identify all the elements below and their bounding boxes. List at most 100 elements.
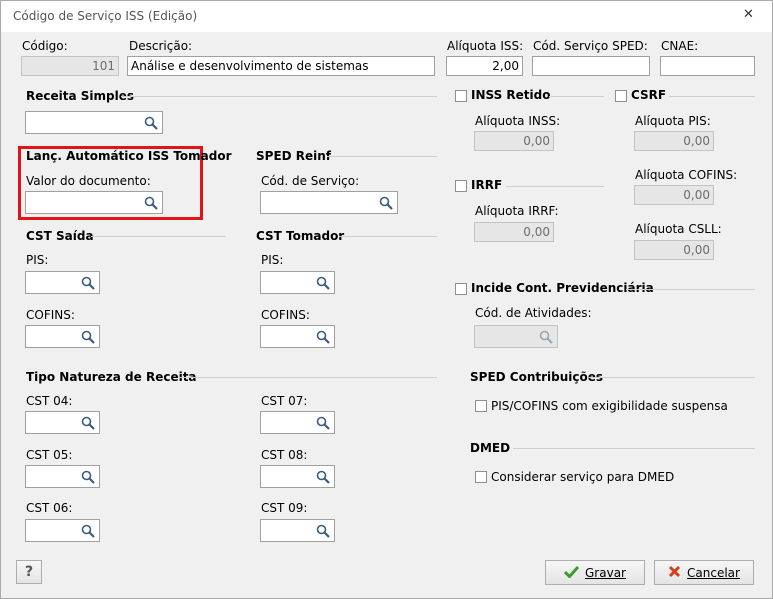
help-button[interactable]: ?: [16, 560, 42, 584]
inss-retido-checkbox[interactable]: [455, 90, 467, 102]
previdenciaria-checkbox[interactable]: [455, 283, 467, 295]
cst-06-lookup[interactable]: [25, 519, 100, 542]
cst-04-lookup[interactable]: [25, 411, 100, 434]
aliquota-pis-label: Alíquota PIS:: [635, 114, 711, 128]
cst-06-label: CST 06:: [26, 501, 73, 515]
search-icon[interactable]: [140, 192, 162, 213]
cnae-field[interactable]: [660, 56, 755, 76]
divider: [121, 96, 437, 97]
gravar-label: Gravar: [585, 565, 626, 580]
cst-09-lookup[interactable]: [260, 519, 335, 542]
previdenciaria-header: Incide Cont. Previdenciária: [471, 281, 654, 295]
search-icon[interactable]: [312, 272, 334, 293]
inss-retido-header: INSS Retido: [471, 88, 551, 102]
cst-07-label: CST 07:: [261, 394, 308, 408]
divider: [339, 236, 437, 237]
cst-07-lookup[interactable]: [260, 411, 335, 434]
codigo-field: 101: [21, 56, 119, 76]
divider: [587, 377, 755, 378]
lanc-automatico-header: Lanç. Automático ISS Tomador: [26, 149, 232, 163]
sped-contribuicoes-header: SPED Contribuições: [470, 370, 604, 384]
search-icon[interactable]: [312, 412, 334, 433]
pis-cofins-suspensa-label: PIS/COFINS com exigibilidade suspensa: [491, 399, 728, 413]
pis-cofins-suspensa-checkbox[interactable]: [475, 400, 487, 412]
divider: [506, 186, 604, 187]
search-icon[interactable]: [77, 466, 99, 487]
irrf-checkbox[interactable]: [455, 180, 467, 192]
cod-servico-sped-label: Cód. Serviço SPED:: [533, 39, 648, 53]
receita-simples-lookup[interactable]: [25, 111, 163, 134]
aliquota-inss-label: Alíquota INSS:: [475, 114, 561, 128]
cst-08-label: CST 08:: [261, 448, 308, 462]
aliquota-iss-field[interactable]: 2,00: [446, 56, 523, 76]
cnae-label: CNAE:: [661, 39, 699, 53]
help-icon: ?: [24, 564, 34, 580]
search-icon: [535, 326, 557, 347]
search-icon[interactable]: [77, 272, 99, 293]
divider: [549, 96, 604, 97]
cod-atividades-lookup: [474, 325, 558, 348]
search-icon[interactable]: [312, 326, 334, 347]
search-icon[interactable]: [375, 192, 397, 213]
codigo-label: Código:: [22, 39, 68, 53]
cod-servico-label: Cód. de Serviço:: [261, 174, 360, 188]
divider: [327, 156, 437, 157]
cod-servico-lookup[interactable]: [260, 191, 398, 214]
cancelar-label: Cancelar: [687, 565, 740, 580]
cst-saida-cofins-label: COFINS:: [26, 308, 75, 322]
aliquota-csll-label: Alíquota CSLL:: [635, 222, 722, 236]
cst-tomador-header: CST Tomador: [256, 229, 345, 243]
cst-05-label: CST 05:: [26, 448, 73, 462]
dialog-window: Código de Serviço ISS (Edição) ✕ Código:…: [0, 0, 773, 599]
divider: [626, 289, 755, 290]
divider: [91, 236, 226, 237]
cst-tomador-pis-lookup[interactable]: [260, 271, 335, 294]
cst-saida-pis-lookup[interactable]: [25, 271, 100, 294]
aliquota-cofins-field: 0,00: [634, 185, 714, 205]
search-icon[interactable]: [312, 466, 334, 487]
cst-saida-pis-label: PIS:: [26, 253, 49, 267]
cst-tomador-pis-label: PIS:: [261, 253, 284, 267]
aliquota-pis-field: 0,00: [634, 131, 714, 151]
aliquota-irrf-field: 0,00: [474, 222, 554, 242]
cancel-x-icon: [668, 565, 681, 581]
descricao-field[interactable]: Análise e desenvolvimento de sistemas: [127, 56, 435, 76]
search-icon[interactable]: [77, 412, 99, 433]
cancelar-button[interactable]: Cancelar: [654, 560, 754, 585]
cst-05-lookup[interactable]: [25, 465, 100, 488]
receita-simples-header: Receita Simples: [26, 89, 134, 103]
search-icon[interactable]: [77, 326, 99, 347]
cst-tomador-cofins-label: COFINS:: [261, 308, 310, 322]
aliquota-csll-field: 0,00: [634, 240, 714, 260]
cst-saida-header: CST Saída: [26, 229, 94, 243]
check-icon: [563, 565, 580, 581]
sped-reinf-header: SPED Reinf: [256, 149, 332, 163]
search-icon[interactable]: [140, 112, 162, 133]
close-icon[interactable]: ✕: [743, 7, 754, 22]
divider: [513, 448, 755, 449]
cst-saida-cofins-lookup[interactable]: [25, 325, 100, 348]
aliquota-iss-label: Alíquota ISS:: [447, 39, 524, 53]
search-icon[interactable]: [312, 520, 334, 541]
cst-04-label: CST 04:: [26, 394, 73, 408]
valor-documento-label: Valor do documento:: [26, 174, 151, 188]
title-bar: Código de Serviço ISS (Edição) ✕: [1, 1, 772, 32]
cod-servico-sped-field[interactable]: [532, 56, 650, 76]
gravar-button[interactable]: Gravar: [545, 560, 645, 585]
divider: [179, 377, 437, 378]
csrf-header: CSRF: [631, 88, 667, 102]
search-icon[interactable]: [77, 520, 99, 541]
cst-tomador-cofins-lookup[interactable]: [260, 325, 335, 348]
aliquota-cofins-label: Alíquota COFINS:: [635, 168, 738, 182]
divider: [669, 96, 755, 97]
valor-documento-lookup[interactable]: [25, 191, 163, 214]
dmed-header: DMED: [470, 441, 511, 455]
aliquota-irrf-label: Alíquota IRRF:: [475, 204, 559, 218]
cst-08-lookup[interactable]: [260, 465, 335, 488]
descricao-label: Descrição:: [129, 39, 193, 53]
dmed-option-label: Considerar serviço para DMED: [491, 470, 675, 484]
csrf-checkbox[interactable]: [615, 90, 627, 102]
cst-09-label: CST 09:: [261, 501, 308, 515]
irrf-header: IRRF: [471, 178, 503, 192]
dmed-checkbox[interactable]: [475, 471, 487, 483]
